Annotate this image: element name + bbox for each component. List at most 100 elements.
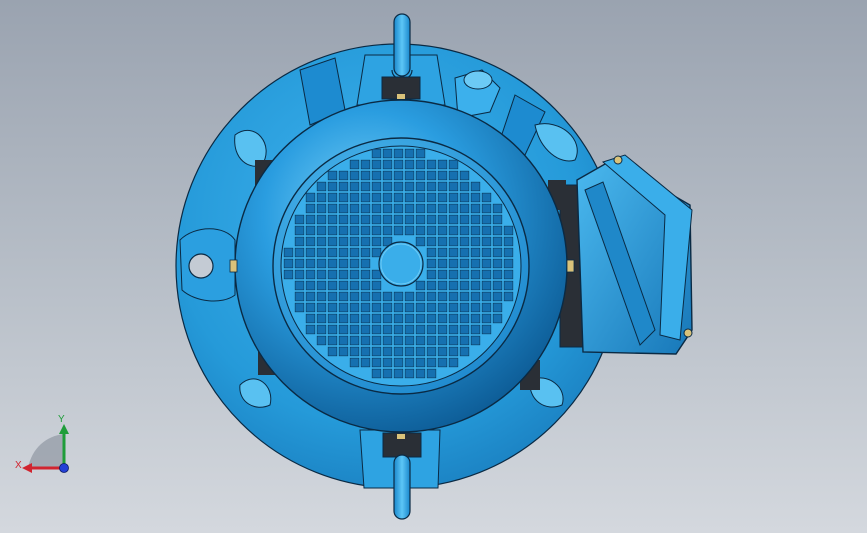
grill-slot — [426, 170, 437, 181]
motor-model[interactable] — [0, 0, 867, 533]
grill-slot — [459, 258, 470, 269]
grill-slot — [448, 203, 459, 214]
grill-slot — [404, 192, 415, 203]
grill-slot — [470, 302, 481, 313]
grill-slot — [481, 247, 492, 258]
grill-slot — [305, 203, 316, 214]
grill-slot — [404, 313, 415, 324]
grill-slot — [382, 346, 393, 357]
grill-slot — [316, 214, 327, 225]
grill-slot — [371, 357, 382, 368]
grill-slot — [448, 181, 459, 192]
grill-slot — [415, 159, 426, 170]
grill-slot — [360, 225, 371, 236]
grill-slot — [503, 247, 514, 258]
grill-slot — [459, 192, 470, 203]
grill-slot — [415, 335, 426, 346]
grill-slot — [393, 302, 404, 313]
grill-slot — [470, 247, 481, 258]
grill-slot — [316, 302, 327, 313]
grill-slot — [338, 225, 349, 236]
graphics-viewport[interactable]: Y X — [0, 0, 867, 533]
grill-slot — [426, 203, 437, 214]
grill-slot — [415, 236, 426, 247]
grill-slot — [294, 214, 305, 225]
grill-slot — [382, 225, 393, 236]
grill-slot — [404, 203, 415, 214]
grill-slot — [305, 225, 316, 236]
grill-slot — [349, 291, 360, 302]
grill-slot — [437, 203, 448, 214]
grill-slot — [360, 214, 371, 225]
grill-slot — [316, 192, 327, 203]
grill-slot — [459, 203, 470, 214]
grill-slot — [448, 236, 459, 247]
grill-slot — [415, 181, 426, 192]
grill-slot — [437, 214, 448, 225]
grill-slot — [448, 170, 459, 181]
grill-slot — [360, 335, 371, 346]
grill-slot — [404, 335, 415, 346]
grill-slot — [448, 159, 459, 170]
grill-slot — [393, 192, 404, 203]
grill-slot — [338, 192, 349, 203]
fan-cover[interactable] — [272, 137, 530, 395]
grill-slot — [481, 236, 492, 247]
grill-slot — [437, 159, 448, 170]
grill-slot — [415, 324, 426, 335]
grill-slot — [371, 170, 382, 181]
terminal-box[interactable] — [559, 154, 693, 355]
grill-slot — [371, 302, 382, 313]
grill-slot — [459, 225, 470, 236]
grill-slot — [393, 335, 404, 346]
grill-slot — [481, 302, 492, 313]
body-bolt-left — [229, 259, 238, 273]
grill-slot — [426, 335, 437, 346]
grill-slot — [492, 247, 503, 258]
grill-slot — [360, 170, 371, 181]
grill-slot — [371, 192, 382, 203]
grill-slot — [316, 313, 327, 324]
grill-slot — [371, 346, 382, 357]
grill-slot — [459, 170, 470, 181]
grill-slot — [470, 181, 481, 192]
grill-slot — [294, 258, 305, 269]
grill-slot — [349, 181, 360, 192]
grill-slot — [338, 170, 349, 181]
axis-y-arrow — [59, 424, 69, 434]
grill-slot — [371, 159, 382, 170]
grill-slot — [448, 313, 459, 324]
grill-slot — [360, 247, 371, 258]
grill-slot — [426, 258, 437, 269]
grill-slot — [360, 192, 371, 203]
grill-slot — [338, 258, 349, 269]
grill-slot — [349, 203, 360, 214]
grill-slot — [382, 159, 393, 170]
grill-slot — [448, 214, 459, 225]
grill-slot — [327, 280, 338, 291]
grill-slot — [459, 346, 470, 357]
grill-slot — [415, 357, 426, 368]
grill-slot — [360, 357, 371, 368]
grill-slot — [437, 170, 448, 181]
grill-slot — [393, 225, 404, 236]
grill-slot — [371, 225, 382, 236]
grill-slot — [459, 291, 470, 302]
grill-slot — [470, 192, 481, 203]
grill-slot — [305, 313, 316, 324]
grill-slot — [481, 258, 492, 269]
grill-slot — [327, 269, 338, 280]
body-bolt-right — [566, 259, 575, 273]
grill-slot — [393, 181, 404, 192]
grill-slot — [382, 368, 393, 379]
grill-slot — [448, 192, 459, 203]
grill-slot — [338, 324, 349, 335]
grill-slot — [426, 357, 437, 368]
grill-slot — [327, 192, 338, 203]
grill-slot — [437, 247, 448, 258]
grill-slot — [415, 368, 426, 379]
grill-slot — [437, 258, 448, 269]
grill-slot — [349, 335, 360, 346]
grill-slot — [404, 214, 415, 225]
grill-slot — [327, 324, 338, 335]
